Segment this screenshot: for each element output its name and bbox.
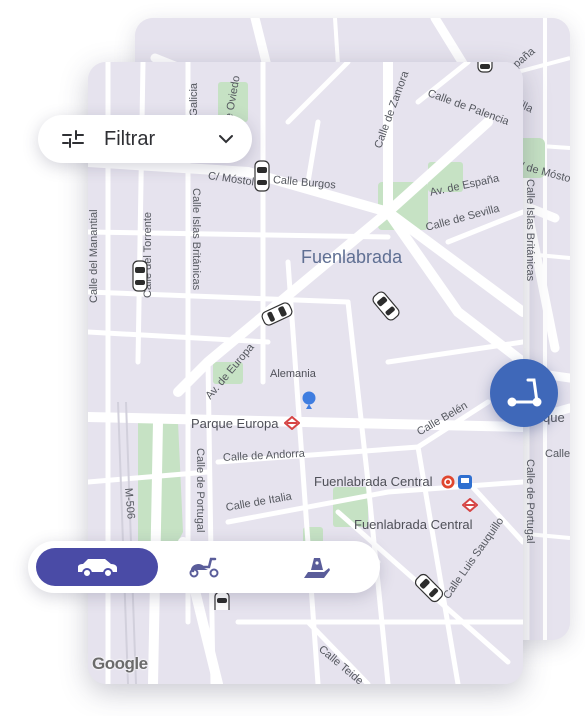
street-portugal: Calle de Portugal [194,448,206,533]
back-street-islas: Calle Islas Británicas [524,179,536,282]
moped-icon [189,557,219,578]
street-islas-britanicas: Calle Islas Británicas [190,188,202,291]
transit-icons [441,475,472,489]
hand-key-icon [304,558,330,578]
metro-icon [284,416,300,430]
mode-car-button[interactable] [36,548,158,586]
mode-kick-scooter-button[interactable] [256,548,378,586]
car-icon [78,559,117,578]
back-street-calle: Calle [545,448,570,460]
place-alemania: Alemania [270,368,316,380]
place-parque-europa: Parque Europa [191,416,279,431]
mode-selector [28,541,380,593]
street-m506: M-506 [122,487,137,520]
street-manantial: Calle del Manantial [88,209,100,303]
place-fuenlabrada-central-station: Fuenlabrada Central [354,517,473,532]
scooter-fab-button[interactable] [490,359,558,427]
city-label: Fuenlabrada [301,247,403,267]
filter-button[interactable]: Filtrar [38,115,252,163]
location-pin-icon [302,391,316,409]
place-fuenlabrada-central: Fuenlabrada Central [314,474,433,489]
metro-icon-2 [462,498,478,512]
car-marker-icon[interactable] [131,260,149,292]
car-marker-icon[interactable] [213,590,231,610]
back-street-portugal: Calle de Portugal [524,459,536,544]
chevron-down-icon [219,135,233,144]
kick-scooter-icon [507,378,542,407]
google-attribution: Google [92,654,148,673]
car-marker-icon[interactable] [476,62,494,76]
mode-scooter-button[interactable] [143,548,265,586]
filter-label: Filtrar [104,127,156,150]
car-marker-icon[interactable] [253,160,271,192]
sliders-icon [62,130,84,148]
